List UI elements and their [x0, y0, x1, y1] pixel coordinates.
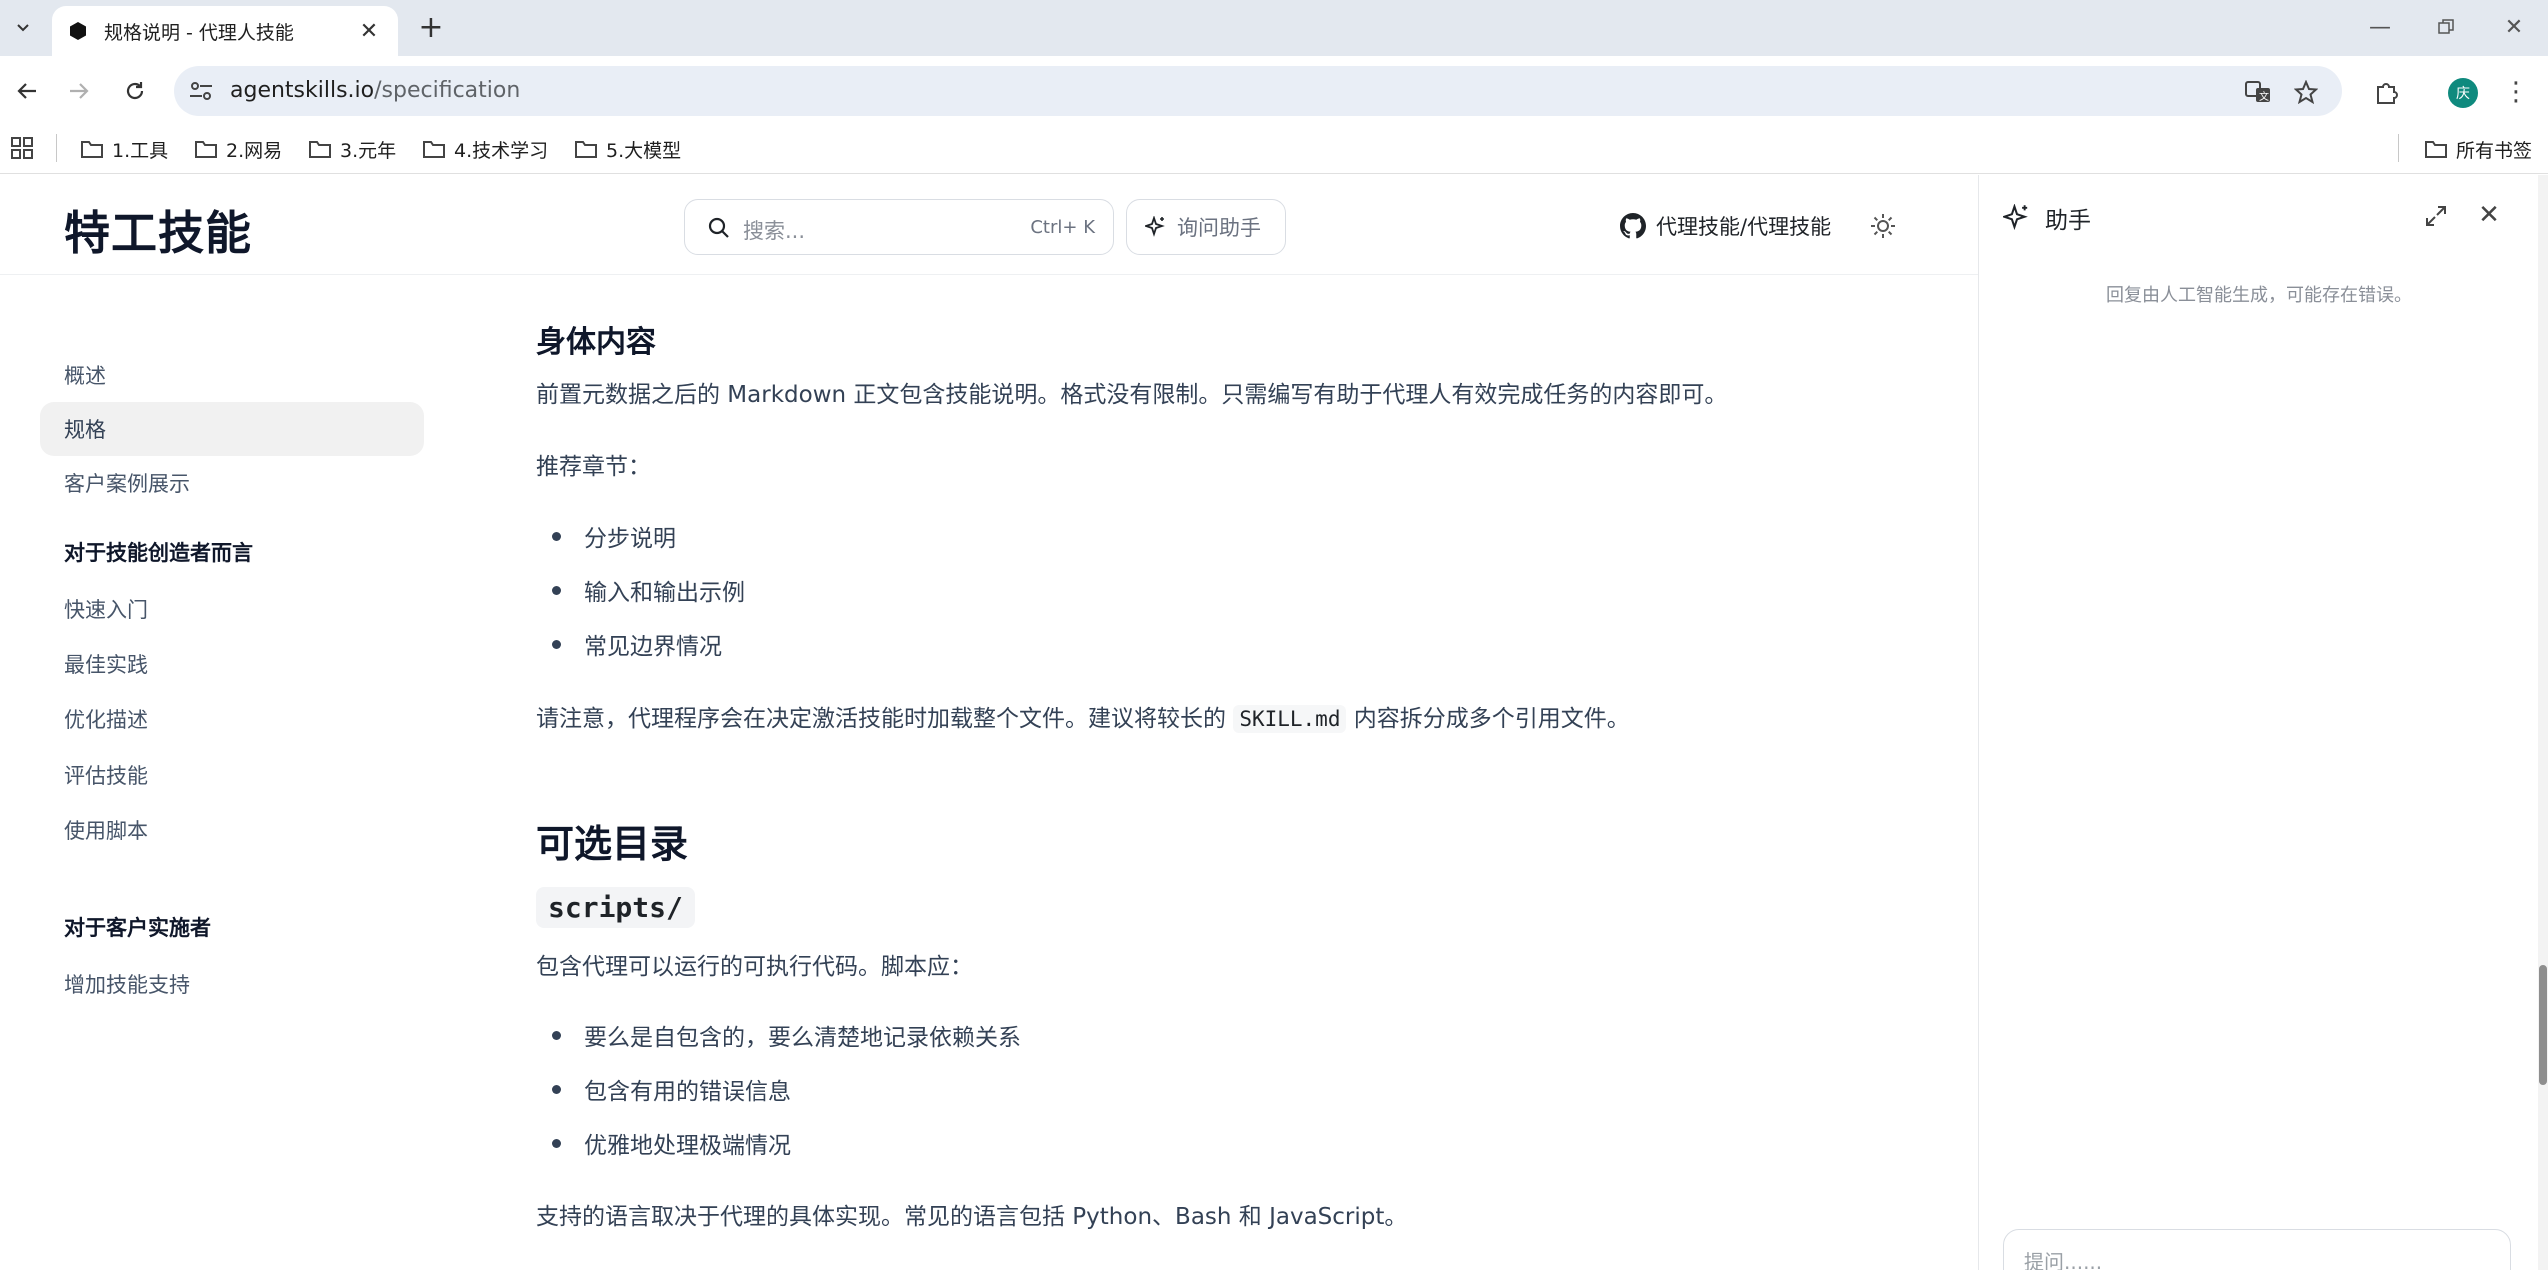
folder-icon: [309, 141, 331, 158]
scrollbar-thumb[interactable]: [2539, 965, 2547, 1085]
window-close-icon[interactable]: ✕: [2486, 8, 2542, 46]
list-item: 优雅地处理极端情况: [552, 1126, 791, 1160]
docs-sidebar: 概述 规格 客户案例展示 对于技能创造者而言 快速入门 最佳实践 优化描述 评估…: [0, 275, 430, 1270]
web-page: 特工技能 搜索... Ctrl+ K 询问助手 代理技能/代理技能 概述 规格 …: [0, 175, 2548, 1270]
sidebar-item-overview[interactable]: 概述: [40, 348, 424, 402]
url-text: agentskills.io/specification: [230, 78, 521, 103]
restore-icon[interactable]: [2418, 8, 2474, 46]
sidebar-section-heading: 对于技能创造者而言: [64, 541, 253, 565]
bookmarks-bar: 1.工具 2.网易 3.元年 4.技术学习 5.大模型 所有书签: [0, 126, 2548, 174]
site-title[interactable]: 特工技能: [64, 197, 252, 263]
forward-arrow-icon[interactable]: [61, 73, 97, 109]
site-favicon-icon: [70, 22, 86, 40]
bookmark-folder-1[interactable]: 1.工具: [80, 134, 168, 164]
inline-code: SKILL.md: [1233, 705, 1347, 733]
profile-avatar[interactable]: 庆: [2448, 78, 2478, 108]
list-item: 常见边界情况: [552, 627, 722, 661]
assistant-question-input[interactable]: 提问......: [2003, 1229, 2511, 1270]
assistant-title: 助手: [2045, 208, 2091, 234]
heading-optional-directories: 可选目录: [536, 822, 689, 866]
site-header: 特工技能 搜索... Ctrl+ K 询问助手 代理技能/代理技能: [0, 175, 1978, 275]
paragraph-body: 前置元数据之后的 Markdown 正文包含技能说明。格式没有限制。只需编写有助…: [536, 382, 1728, 408]
heading-body-content: 身体内容: [536, 325, 656, 360]
sidebar-item-optimize-description[interactable]: 优化描述: [40, 692, 424, 746]
bookmark-folder-2[interactable]: 2.网易: [194, 134, 282, 164]
ask-assistant-button[interactable]: 询问助手: [1126, 199, 1286, 255]
folder-icon: [423, 141, 445, 158]
all-bookmarks-folder[interactable]: 所有书签: [2424, 134, 2532, 164]
folder-icon: [81, 141, 103, 158]
address-bar[interactable]: agentskills.io/specification 文: [174, 66, 2342, 116]
minimize-icon[interactable]: —: [2352, 8, 2408, 46]
assistant-close-icon[interactable]: ✕: [2475, 201, 2503, 229]
search-placeholder: 搜索...: [743, 219, 806, 243]
sidebar-item-using-scripts[interactable]: 使用脚本: [40, 803, 424, 857]
translate-icon[interactable]: 文: [2244, 78, 2272, 106]
search-icon: [708, 217, 729, 238]
list-item: 输入和输出示例: [552, 573, 745, 607]
bookmarks-separator: [2398, 134, 2399, 162]
bookmark-folder-4[interactable]: 4.技术学习: [422, 134, 548, 164]
sidebar-item-add-skill-support[interactable]: 增加技能支持: [40, 957, 424, 1011]
reload-icon[interactable]: [117, 73, 153, 109]
bookmark-folder-3[interactable]: 3.元年: [308, 134, 396, 164]
paragraph-scripts: 包含代理可以运行的可执行代码。脚本应：: [536, 954, 973, 980]
bookmark-star-icon[interactable]: [2292, 78, 2320, 106]
search-input[interactable]: 搜索... Ctrl+ K: [684, 199, 1114, 255]
ask-assistant-label: 询问助手: [1177, 216, 1261, 240]
sidebar-item-specification[interactable]: 规格: [40, 402, 424, 456]
site-info-icon[interactable]: [188, 79, 214, 103]
back-arrow-icon[interactable]: [9, 73, 45, 109]
paragraph-languages: 支持的语言取决于代理的具体实现。常见的语言包括 Python、Bash 和 Ja…: [536, 1204, 1408, 1230]
assistant-header: 助手: [2003, 201, 2091, 235]
sparkle-icon: [1145, 216, 1165, 237]
apps-grid-icon[interactable]: [10, 136, 34, 160]
paragraph-note: 请注意，代理程序会在决定激活技能时加载整个文件。建议将较长的 SKILL.md …: [536, 705, 1630, 733]
search-shortcut: Ctrl+ K: [1030, 217, 1095, 238]
browser-tabstrip: 规格说明 - 代理人技能 ✕ + — ✕: [0, 0, 2548, 56]
browser-menu-icon[interactable]: ⋮: [2503, 74, 2529, 110]
sidebar-item-showcase[interactable]: 客户案例展示: [40, 456, 424, 510]
folder-icon: [2425, 141, 2447, 158]
new-tab-plus-icon[interactable]: +: [414, 10, 448, 45]
extensions-puzzle-icon[interactable]: [2372, 77, 2402, 107]
browser-tab-active[interactable]: 规格说明 - 代理人技能 ✕: [52, 6, 398, 56]
folder-icon: [195, 141, 217, 158]
list-item: 包含有用的错误信息: [552, 1072, 791, 1106]
bookmark-folder-5[interactable]: 5.大模型: [574, 134, 681, 164]
list-item: 分步说明: [552, 519, 676, 553]
sidebar-section-heading: 对于客户实施者: [64, 916, 211, 940]
sparkle-icon: [2003, 204, 2028, 231]
heading-scripts: scripts/: [536, 887, 695, 928]
sidebar-item-quickstart[interactable]: 快速入门: [40, 582, 424, 636]
folder-icon: [575, 141, 597, 158]
github-icon: [1620, 213, 1646, 239]
github-link[interactable]: 代理技能/代理技能: [1620, 211, 1831, 241]
github-link-label: 代理技能/代理技能: [1656, 215, 1832, 239]
tab-close-icon[interactable]: ✕: [356, 19, 382, 44]
expand-icon[interactable]: [2423, 203, 2449, 229]
assistant-panel: 助手 ✕ 回复由人工智能生成，可能存在错误。 提问......: [1978, 175, 2538, 1270]
sun-theme-toggle-icon[interactable]: [1868, 211, 1898, 241]
svg-text:文: 文: [2259, 90, 2269, 103]
sidebar-item-evaluate-skills[interactable]: 评估技能: [40, 748, 424, 802]
browser-toolbar: agentskills.io/specification 文 庆 ⋮: [0, 56, 2548, 126]
sidebar-item-best-practices[interactable]: 最佳实践: [40, 637, 424, 691]
paragraph-recommended: 推荐章节：: [536, 454, 651, 480]
bookmarks-separator: [56, 134, 57, 162]
list-item: 要么是自包含的，要么清楚地记录依赖关系: [552, 1018, 1021, 1052]
tab-title: 规格说明 - 代理人技能: [104, 21, 294, 44]
assistant-disclaimer: 回复由人工智能生成，可能存在错误。: [2106, 285, 2412, 306]
page-scrollbar[interactable]: [2538, 175, 2548, 1270]
tab-search-chevron-icon[interactable]: [6, 10, 40, 44]
